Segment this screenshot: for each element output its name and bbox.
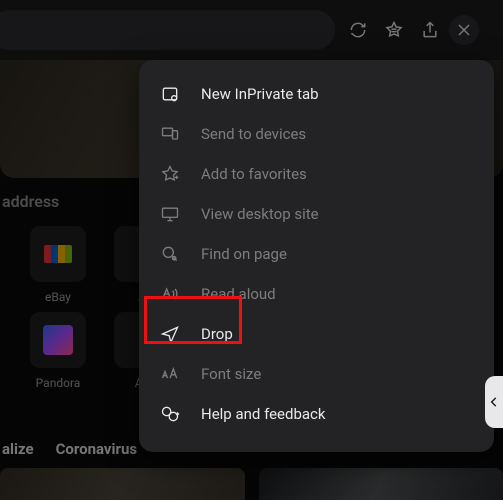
menu-item-drop[interactable]: Drop xyxy=(139,314,494,354)
inprivate-icon xyxy=(159,83,181,105)
menu-item-help-feedback[interactable]: Help and feedback xyxy=(139,394,494,434)
menu-item-new-inprivate[interactable]: New InPrivate tab xyxy=(139,74,494,114)
menu-item-find-on-page[interactable]: Find on page xyxy=(139,234,494,274)
desktop-icon xyxy=(159,203,181,225)
drop-icon xyxy=(159,323,181,345)
browser-window: address eBay A Pandora Ad alize Co xyxy=(0,0,503,500)
menu-item-font-size[interactable]: Font size xyxy=(139,354,494,394)
font-size-icon xyxy=(159,363,181,385)
overflow-menu: New InPrivate tab Send to devices Add to… xyxy=(139,60,494,452)
star-add-icon xyxy=(159,163,181,185)
find-icon xyxy=(159,243,181,265)
help-feedback-icon xyxy=(159,403,181,425)
menu-item-view-desktop[interactable]: View desktop site xyxy=(139,194,494,234)
menu-item-read-aloud[interactable]: Read aloud xyxy=(139,274,494,314)
devices-icon xyxy=(159,123,181,145)
menu-item-add-favorites[interactable]: Add to favorites xyxy=(139,154,494,194)
read-aloud-icon xyxy=(159,283,181,305)
menu-item-send-devices[interactable]: Send to devices xyxy=(139,114,494,154)
chevron-left-icon[interactable] xyxy=(485,376,503,428)
